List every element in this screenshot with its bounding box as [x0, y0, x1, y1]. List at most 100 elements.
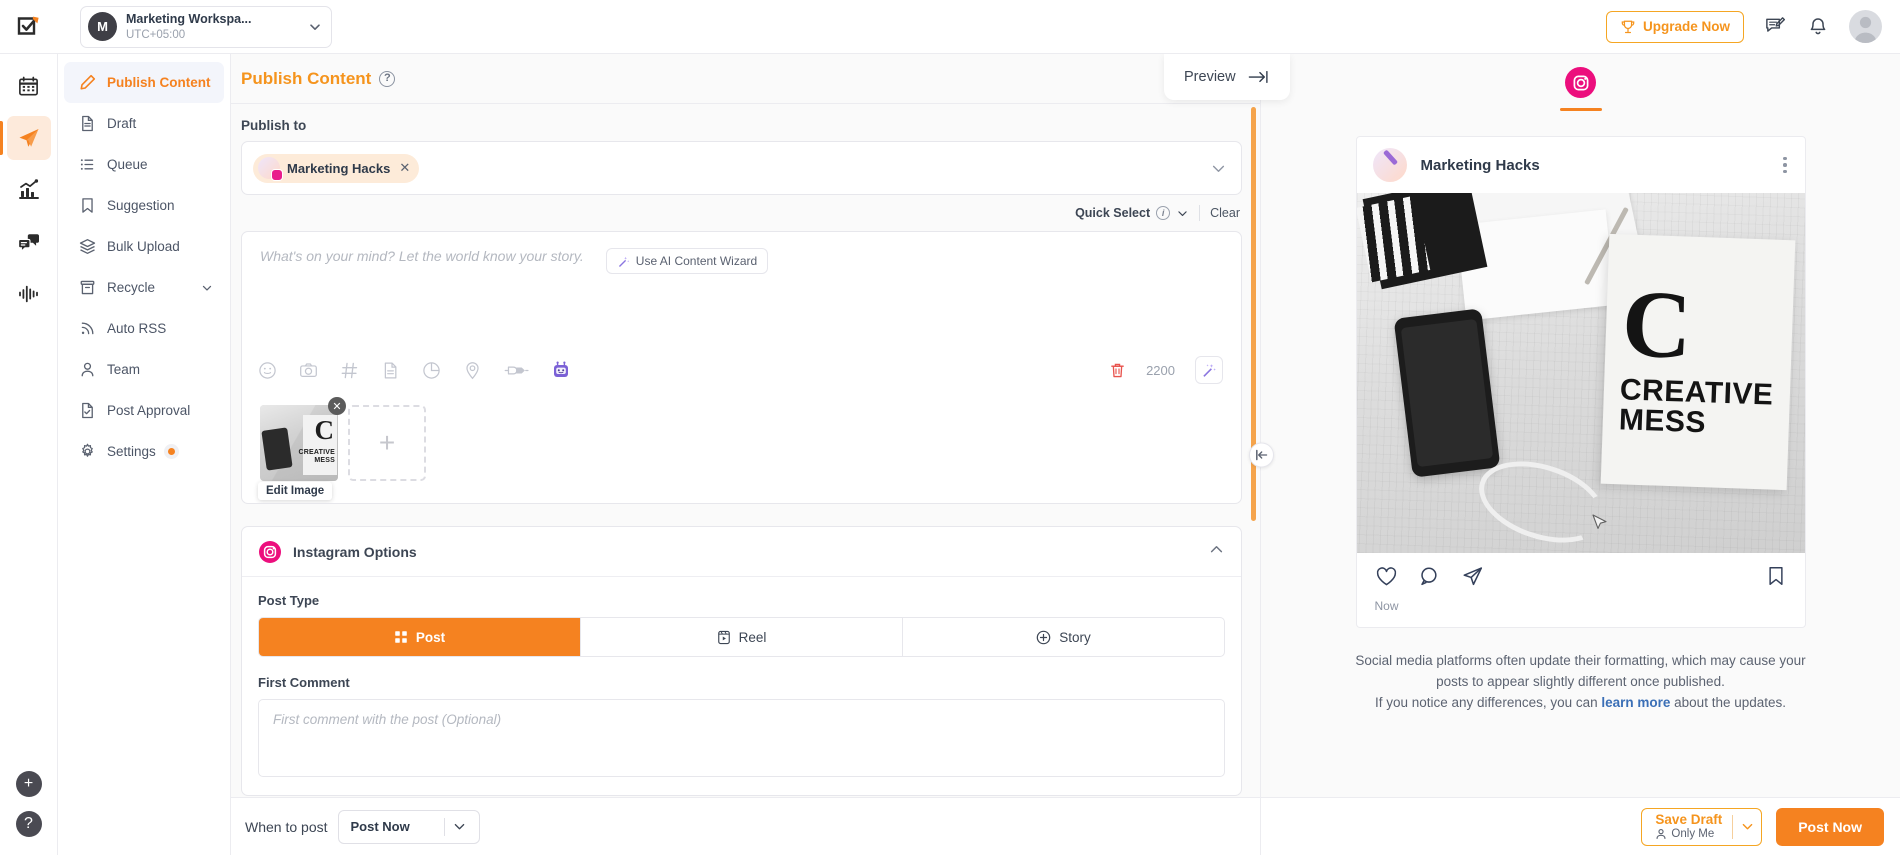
- sidebar-nav: Publish Content Draft Queue Suggestion B…: [58, 54, 231, 855]
- feedback-button[interactable]: [1764, 15, 1787, 38]
- post-type-reel[interactable]: Reel: [581, 618, 903, 656]
- paper-plane-icon: [19, 129, 38, 147]
- reel-icon: [717, 630, 730, 644]
- preview-card-header: Marketing Hacks: [1357, 137, 1805, 193]
- instagram-options-body: Post Type Post Reel Story First Comment …: [242, 577, 1241, 795]
- disclaimer-line-1: Social media platforms often update thei…: [1355, 653, 1806, 668]
- heart-icon[interactable]: [1375, 565, 1398, 588]
- chevron-down-icon: [310, 23, 320, 30]
- sidebar-item-post-approval[interactable]: Post Approval: [64, 390, 224, 431]
- learn-more-link[interactable]: learn more: [1601, 695, 1670, 710]
- robot-icon[interactable]: [551, 360, 571, 380]
- notifications-button[interactable]: [1807, 16, 1829, 38]
- close-icon[interactable]: ✕: [328, 397, 346, 415]
- location-pin-icon[interactable]: [463, 361, 482, 380]
- publish-bottom-bar: When to post Post Now: [231, 797, 1260, 855]
- sidebar-item-draft[interactable]: Draft: [64, 103, 224, 144]
- send-icon[interactable]: [1461, 565, 1484, 588]
- chevron-down-icon[interactable]: [1733, 819, 1761, 834]
- magic-wand-icon: [1203, 364, 1216, 377]
- instagram-options-header[interactable]: Instagram Options: [242, 527, 1241, 577]
- rail-item-inbox[interactable]: [7, 220, 51, 264]
- sidebar-item-queue[interactable]: Queue: [64, 144, 224, 185]
- sidebar-item-publish-content[interactable]: Publish Content: [64, 62, 224, 103]
- pencil-icon: [78, 74, 97, 91]
- disclaimer-line-3-after: about the updates.: [1670, 695, 1786, 710]
- avatar-icon: [1854, 16, 1877, 43]
- edit-image-button[interactable]: Edit Image: [258, 482, 333, 500]
- question-mark-icon[interactable]: ?: [379, 70, 396, 87]
- close-icon[interactable]: ✕: [399, 160, 410, 176]
- add-media-button[interactable]: +: [348, 405, 426, 481]
- plug-icon[interactable]: [504, 362, 529, 379]
- sidebar-item-suggestion[interactable]: Suggestion: [64, 185, 224, 226]
- trash-icon[interactable]: [1109, 362, 1126, 379]
- kebab-menu-icon[interactable]: [1779, 153, 1791, 178]
- bell-icon: [1810, 17, 1826, 34]
- avatar: [1372, 148, 1407, 182]
- workspace-name: Marketing Workspa...: [126, 11, 252, 26]
- info-icon: i: [1156, 206, 1171, 220]
- app-logo[interactable]: [0, 0, 58, 54]
- preview-toggle-button[interactable]: Preview: [1164, 54, 1290, 100]
- composer-toolbar: 2200: [242, 347, 1241, 393]
- sidebar-item-settings[interactable]: Settings: [64, 431, 224, 472]
- composer-input-area[interactable]: What's on your mind? Let the world know …: [242, 232, 1241, 347]
- chevron-up-icon[interactable]: [1208, 541, 1225, 563]
- magic-wand-icon: [618, 256, 630, 267]
- save-draft-button[interactable]: Save Draft Only Me: [1641, 807, 1763, 846]
- sidebar-label: Publish Content: [107, 75, 211, 90]
- sidebar-label: Team: [107, 362, 141, 377]
- workspace-selector[interactable]: M Marketing Workspa... UTC+05:00: [80, 5, 332, 48]
- when-to-post-label: When to post: [245, 818, 328, 835]
- post-now-button[interactable]: Post Now: [1776, 807, 1884, 846]
- help-button[interactable]: ?: [15, 811, 42, 837]
- chevron-down-icon[interactable]: [1210, 160, 1227, 177]
- when-to-post-select[interactable]: Post Now: [337, 809, 480, 844]
- rail-item-listening[interactable]: [7, 272, 51, 316]
- save-draft-label: Save Draft: [1655, 812, 1723, 827]
- profile-avatar[interactable]: [1849, 10, 1882, 43]
- preview-footer: Save Draft Only Me Post Now: [1261, 797, 1900, 855]
- chevron-down-icon: [445, 819, 475, 834]
- post-type-story[interactable]: Story: [903, 618, 1224, 656]
- collapse-preview-handle[interactable]: [1249, 442, 1274, 467]
- camera-icon[interactable]: [299, 361, 318, 380]
- media-thumbnail[interactable]: C CREATIVE MESS: [260, 405, 338, 481]
- ai-wand-button[interactable]: [1195, 356, 1223, 384]
- quick-select-button[interactable]: Quick Select i: [1075, 206, 1189, 220]
- rail-item-publish[interactable]: [0, 116, 51, 160]
- rail-item-calendar[interactable]: [7, 64, 51, 108]
- clear-button[interactable]: Clear: [1210, 206, 1240, 220]
- hashtag-icon[interactable]: [340, 361, 359, 380]
- sidebar-item-auto-rss[interactable]: Auto RSS: [64, 308, 224, 349]
- thumbnail-caption: CREATIVE MESS: [298, 449, 335, 464]
- first-comment-input[interactable]: First comment with the post (Optional): [258, 699, 1225, 777]
- comment-icon[interactable]: [1418, 565, 1441, 588]
- mouse-cursor-icon: [1589, 512, 1611, 539]
- add-button[interactable]: +: [15, 771, 42, 797]
- sidebar-item-team[interactable]: Team: [64, 349, 224, 390]
- sidebar-item-bulk-upload[interactable]: Bulk Upload: [64, 226, 224, 267]
- body-row: + ? Publish Content Draft Queue Suggesti…: [0, 54, 1900, 855]
- document-icon[interactable]: [381, 361, 400, 380]
- ai-content-wizard-button[interactable]: Use AI Content Wizard: [605, 248, 769, 274]
- user-icon: [78, 361, 97, 378]
- post-type-post[interactable]: Post: [259, 618, 581, 656]
- post-type-label-text: Reel: [738, 629, 767, 645]
- rail-item-analytics[interactable]: [7, 168, 51, 212]
- emoji-icon[interactable]: [258, 361, 277, 380]
- upgrade-now-button[interactable]: Upgrade Now: [1605, 10, 1744, 43]
- composer-toolbar-right: 2200: [1109, 356, 1223, 384]
- content-header: Publish Content ?: [231, 54, 1260, 104]
- rail-bottom-actions: + ?: [15, 771, 42, 855]
- sidebar-item-recycle[interactable]: Recycle: [64, 267, 224, 308]
- bookmark-icon[interactable]: [1765, 565, 1787, 587]
- preview-timestamp: Now: [1374, 599, 1399, 613]
- preview-tab-instagram[interactable]: [1559, 67, 1602, 111]
- publish-to-field[interactable]: Marketing Hacks ✕: [241, 141, 1242, 195]
- active-tab-underline: [1559, 108, 1602, 111]
- pie-chart-icon[interactable]: [422, 361, 441, 380]
- sidebar-label: Auto RSS: [107, 321, 167, 336]
- document-icon: [78, 115, 97, 132]
